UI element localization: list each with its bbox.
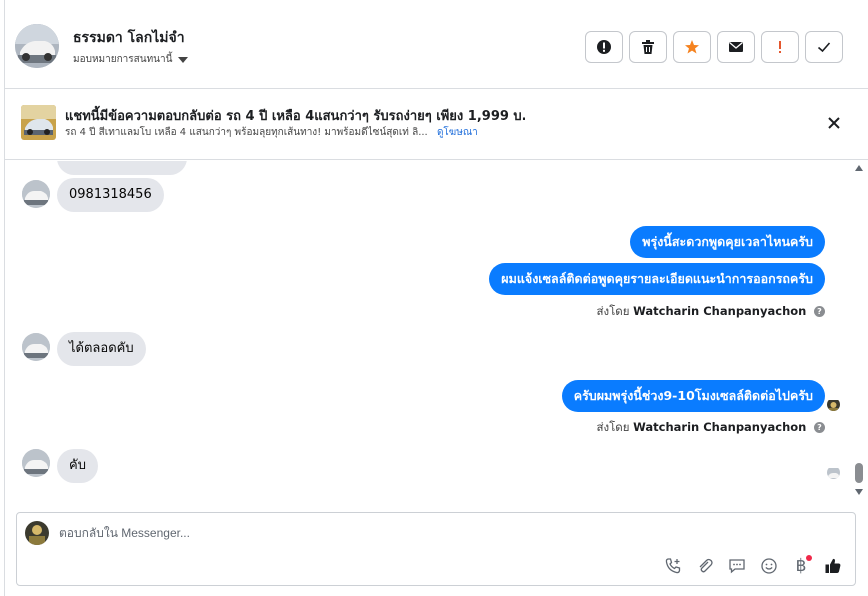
- delete-button[interactable]: [629, 31, 667, 63]
- help-icon[interactable]: ?: [814, 422, 825, 433]
- ad-title: แชทนี้มีข้อความตอบกลับต่อ รถ 4 ปี เหลือ …: [65, 109, 525, 124]
- smiley-icon: [761, 558, 777, 574]
- scroll-down-icon[interactable]: [855, 489, 863, 495]
- sender-name: Watcharin Chanpanyachon: [633, 420, 807, 434]
- exclamation-icon: [779, 41, 781, 53]
- sent-by-prefix: ส่งโดย: [596, 420, 630, 434]
- follow-up-button[interactable]: [761, 31, 799, 63]
- sender-name: Watcharin Chanpanyachon: [633, 304, 807, 318]
- seen-avatar: [827, 398, 840, 411]
- close-icon[interactable]: [825, 114, 843, 132]
- emoji-button[interactable]: [758, 555, 780, 577]
- paperclip-icon: [699, 558, 713, 573]
- message-bubble-outgoing: ผมแจ้งเซลล์ติดต่อพูดคุยรายละเอียดแนะนำกา…: [489, 263, 825, 295]
- sent-by-line: ส่งโดย Watcharin Chanpanyachon ?: [596, 419, 825, 437]
- message-bubble-outgoing: ครับผมพรุ่งนี้ช่วง9-10โมงเซลล์ติดต่อไปคร…: [561, 380, 825, 412]
- phone-plus-icon: [665, 558, 681, 574]
- baht-icon: ฿: [795, 556, 807, 576]
- ad-reply-banner: แชทนี้มีข้อความตอบกลับต่อ รถ 4 ปี เหลือ …: [5, 90, 868, 160]
- report-button[interactable]: [585, 31, 623, 63]
- seen-avatar: [827, 466, 840, 479]
- mark-unread-button[interactable]: [717, 31, 755, 63]
- saved-replies-button[interactable]: [726, 555, 748, 577]
- scroll-thumb[interactable]: [855, 463, 863, 483]
- done-button[interactable]: [805, 31, 843, 63]
- contact-avatar-small: [22, 333, 50, 361]
- payment-button[interactable]: ฿: [790, 555, 812, 577]
- composer-toolbar: ฿: [662, 555, 844, 577]
- scroll-up-icon[interactable]: [855, 165, 863, 171]
- header-actions: [585, 31, 843, 63]
- ad-thumbnail: [21, 105, 56, 140]
- sent-by-prefix: ส่งโดย: [596, 304, 630, 318]
- contact-avatar-small: [22, 180, 50, 208]
- message-bubble-incoming: คับ: [57, 449, 98, 483]
- message-bubble-incoming: นัดรายละเอียดครับ: [57, 161, 188, 175]
- contact-avatar-small: [22, 449, 50, 477]
- contact-name: ธรรมดา โลกไม่จำ: [73, 30, 185, 46]
- ad-description-line: รถ 4 ปี สีเทาแลมโบ เหลือ 4 แสนกว่าๆ พร้อ…: [65, 125, 478, 140]
- message-bubble-incoming: ได้ตลอดคับ: [57, 332, 146, 366]
- like-button[interactable]: [822, 555, 844, 577]
- trash-icon: [642, 40, 654, 54]
- thumbs-up-icon: [825, 558, 841, 573]
- alert-icon: [597, 40, 611, 54]
- reply-input[interactable]: [59, 523, 659, 543]
- attach-button[interactable]: [694, 555, 716, 577]
- ad-description: รถ 4 ปี สีเทาแลมโบ เหลือ 4 แสนกว่าๆ พร้อ…: [65, 127, 428, 138]
- star-button[interactable]: [673, 31, 711, 63]
- notification-dot: [806, 555, 812, 561]
- sent-by-line: ส่งโดย Watcharin Chanpanyachon ?: [596, 303, 825, 321]
- caret-down-icon: [178, 56, 189, 63]
- check-icon: [817, 42, 831, 53]
- message-bubble-incoming: 0981318456: [57, 178, 164, 212]
- message-thread: นัดรายละเอียดครับ 0981318456 พรุ่งนี้สะด…: [5, 161, 868, 501]
- contact-avatar[interactable]: [15, 24, 59, 68]
- thread-scrollbar[interactable]: [853, 161, 865, 501]
- envelope-icon: [729, 42, 743, 52]
- conversation-header: ธรรมดา โลกไม่จำ มอบหมายการสนทนานี้: [5, 0, 868, 89]
- help-icon[interactable]: ?: [814, 306, 825, 317]
- assign-conversation-dropdown[interactable]: มอบหมายการสนทนานี้: [73, 52, 189, 67]
- message-bubble-outgoing: พรุ่งนี้สะดวกพูดคุยเวลาไหนครับ: [630, 226, 825, 258]
- assign-label: มอบหมายการสนทนานี้: [73, 54, 173, 65]
- page-avatar: [25, 521, 49, 545]
- star-icon: [685, 40, 699, 54]
- call-button[interactable]: [662, 555, 684, 577]
- view-ad-link[interactable]: ดูโฆษณา: [437, 127, 478, 138]
- reply-composer: ฿: [16, 512, 856, 586]
- chat-bubble-icon: [729, 559, 745, 574]
- conversation-panel: ธรรมดา โลกไม่จำ มอบหมายการสนทนานี้ แชทนี…: [4, 0, 868, 596]
